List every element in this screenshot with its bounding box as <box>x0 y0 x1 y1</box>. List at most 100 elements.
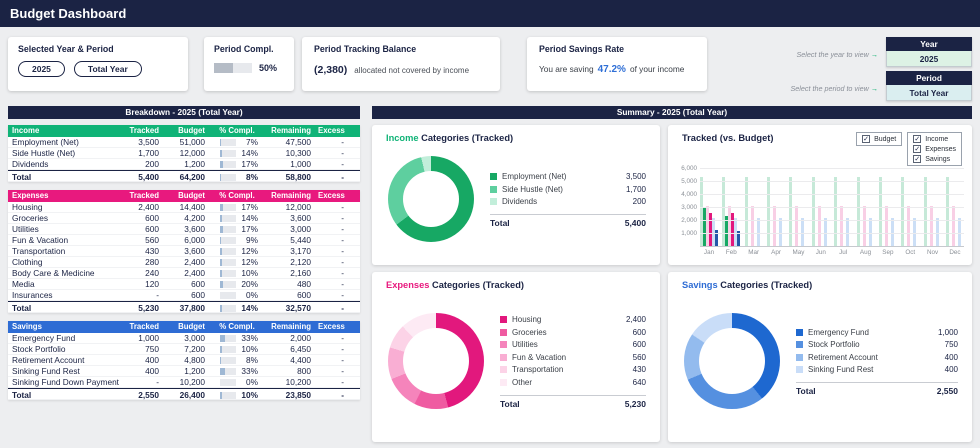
gridline <box>700 194 964 195</box>
year-selector-label: Year <box>886 37 972 51</box>
table-row: Clothing 280 2,400 12% 2,120- <box>8 257 360 268</box>
savings-categories-card: Savings Categories (Tracked) Emergency F… <box>668 272 972 442</box>
bar-group-aug <box>856 177 875 247</box>
gridline <box>700 220 964 221</box>
period-progress-percent: 50% <box>259 63 278 73</box>
y-axis-label: 5,000 <box>681 178 697 185</box>
legend-swatch <box>796 341 803 349</box>
period-selector-label: Period <box>886 71 972 85</box>
table-row: Transportation 430 3,600 12% 3,170- <box>8 246 360 257</box>
period-hint-text: Select the period to view <box>790 84 869 93</box>
x-axis-label: Jul <box>839 249 848 256</box>
bar <box>951 206 955 247</box>
legend-swatch <box>490 173 497 180</box>
savings-donut-chart <box>684 313 780 409</box>
gridline <box>700 207 964 208</box>
tracking-balance-card: Period Tracking Balance (2,380) allocate… <box>302 37 500 91</box>
table-row: Body Care & Medicine 240 2,400 10% 2,160- <box>8 268 360 279</box>
table-row: Side Hustle (Net) 1,700 12,000 14% 10,300- <box>8 148 360 159</box>
selected-year-period-card: Selected Year & Period 2025 Total Year <box>8 37 188 91</box>
legend-label: Groceries <box>512 327 547 337</box>
legend-budget-label: Budget <box>874 135 897 143</box>
x-axis-label: Oct <box>905 249 916 256</box>
y-axis-label: 3,000 <box>681 204 697 211</box>
bar <box>878 177 882 247</box>
legend-item: Retirement Account 400 <box>796 351 958 364</box>
legend-swatch <box>500 316 507 324</box>
legend-item: Transportation 430 <box>500 364 646 377</box>
y-axis-label: 2,000 <box>681 217 697 224</box>
table-header-row: Savings Tracked Budget% Compl. Remaining Exc… <box>8 321 360 333</box>
legend-label: Fun & Vacation <box>512 352 567 362</box>
bar <box>789 177 793 247</box>
legend-value: 400 <box>944 352 958 362</box>
table-row: Media 120 600 20% 480- <box>8 279 360 290</box>
legend-item: Stock Portfolio 750 <box>796 339 958 352</box>
x-axis-label: Sep <box>882 249 894 256</box>
period-selector: Period Total Year <box>886 71 972 101</box>
legend-label: Utilities <box>512 340 538 350</box>
period-completion-card: Period Compl. 50% <box>204 37 294 91</box>
x-axis-label: May <box>792 249 805 256</box>
income-chart-legend: Employment (Net) 3,500 Side Hustle (Net) 1,… <box>490 170 646 208</box>
legend-series-label: Expenses <box>925 145 956 153</box>
tracked-vs-budget-card: Tracked (vs. Budget) ✓ Budget ✓ Income ✓ Ex… <box>668 125 972 265</box>
legend-series-item: ✓ Expenses <box>913 145 956 153</box>
year-selector: Year 2025 <box>886 37 972 67</box>
legend-value: 600 <box>632 340 646 350</box>
legend-swatch <box>500 328 507 336</box>
app-title: Budget Dashboard <box>10 6 127 21</box>
period-button[interactable]: Total Year <box>73 61 142 77</box>
legend-item: Employment (Net) 3,500 <box>490 170 646 183</box>
summary-section: Summary - 2025 (Total Year) Income Categ… <box>372 106 972 446</box>
bar <box>907 206 911 247</box>
legend-checkbox-savings[interactable]: ✓ <box>913 155 922 163</box>
bar <box>945 177 949 247</box>
gridline <box>700 168 964 169</box>
bar-group-nov <box>923 177 942 247</box>
card-title-year-period: Selected Year & Period <box>18 44 114 54</box>
table-total-row: Total 5,400 64,200 8% 58,800- <box>8 170 360 182</box>
bar-group-feb <box>722 177 741 247</box>
expenses-donut-chart <box>388 313 484 409</box>
legend-checkbox-expenses[interactable]: ✓ <box>913 145 922 153</box>
table-row: Retirement Account 400 4,800 8% 4,400- <box>8 355 360 366</box>
income-total-row: Total 5,400 <box>490 213 646 228</box>
x-axis-label: Feb <box>725 249 737 256</box>
table-header-row: Income Tracked Budget% Compl. Remaining Exce… <box>8 125 360 137</box>
legend-value: 2,400 <box>625 315 646 325</box>
bar <box>923 177 927 247</box>
legend-label: Retirement Account <box>808 352 878 362</box>
legend-swatch <box>500 366 507 374</box>
legend-label: Stock Portfolio <box>808 340 860 350</box>
table-row: Utilities 600 3,600 17% 3,000- <box>8 224 360 235</box>
period-selector-value[interactable]: Total Year <box>886 85 972 101</box>
table-row: Sinking Fund Down Payment -10,200 0% 10,200… <box>8 377 360 388</box>
bar-group-jul <box>834 177 852 247</box>
year-selector-value[interactable]: 2025 <box>886 51 972 67</box>
x-axis-label: Dec <box>949 249 961 256</box>
legend-swatch <box>796 353 803 361</box>
y-axis-label: 4,000 <box>681 191 697 198</box>
savings-card-title: Savings Categories (Tracked) <box>682 280 813 290</box>
savings-chart-legend: Emergency Fund 1,000 Stock Portfolio 750 Ret… <box>796 326 958 376</box>
gridline <box>700 233 964 234</box>
x-axis-line <box>700 246 964 247</box>
legend-item: Side Hustle (Net) 1,700 <box>490 183 646 196</box>
legend-checkbox-budget[interactable]: ✓ <box>862 135 871 143</box>
x-axis-label: Apr <box>771 249 781 256</box>
year-button[interactable]: 2025 <box>18 61 65 77</box>
period-hint: Select the period to view → <box>758 84 879 93</box>
legend-item: Dividends 200 <box>490 195 646 208</box>
legend-label: Transportation <box>512 365 564 375</box>
bar <box>795 206 799 247</box>
legend-swatch <box>500 378 507 386</box>
table-row: Stock Portfolio 750 7,200 10% 6,450- <box>8 344 360 355</box>
legend-swatch <box>796 328 803 336</box>
bar <box>811 177 815 247</box>
breakdown-title: Breakdown - 2025 (Total Year) <box>8 106 360 119</box>
savings-rate-value: 47.2% <box>597 64 626 75</box>
legend-checkbox-income[interactable]: ✓ <box>913 135 922 143</box>
expenses-chart-legend: Housing 2,400 Groceries 600 Utilities 600 Fun … <box>500 314 646 389</box>
legend-label: Sinking Fund Rest <box>808 365 874 375</box>
